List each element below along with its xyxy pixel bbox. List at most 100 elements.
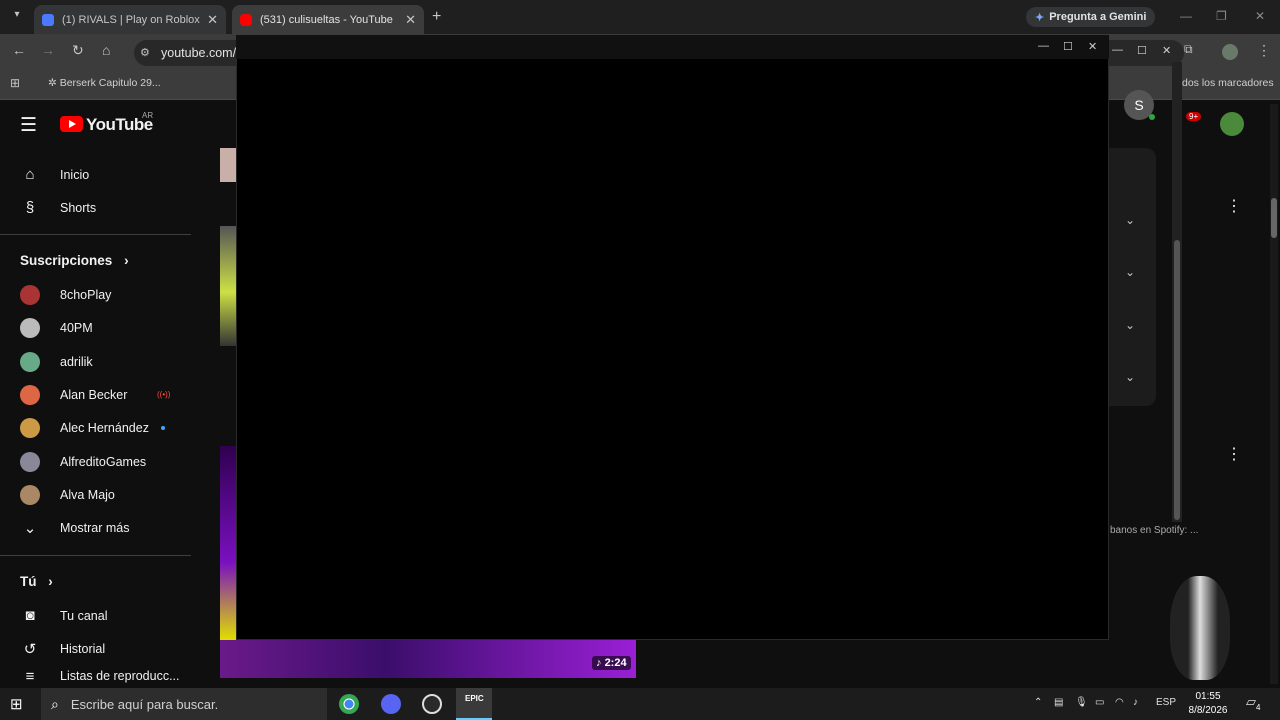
scrollbar-thumb[interactable] [1174, 240, 1180, 520]
language-indicator[interactable]: ESP [1156, 697, 1176, 708]
subscription-alfreditogames[interactable]: AlfreditoGames [0, 445, 200, 478]
subscription-8choplay[interactable]: 8choPlay [0, 278, 200, 311]
subscription-label: Alec Hernández [60, 420, 149, 435]
tray-chevron-icon[interactable]: ⌃ [1034, 697, 1042, 708]
sidebar-item-playlists[interactable]: ≡ Listas de reproducc... [0, 665, 200, 687]
menu-icon[interactable]: ☰ [20, 114, 37, 137]
tab-search-button[interactable]: ▾ [8, 9, 26, 25]
live-icon: ((•)) [157, 390, 171, 399]
subscription-alec-hernandez[interactable]: Alec Hernández [0, 411, 200, 444]
sidebar-item-shorts[interactable]: § Shorts [0, 191, 200, 224]
subscription-label: adrilik [60, 354, 93, 369]
home-browser-icon[interactable]: ⌂ [102, 42, 110, 58]
sidebar-item-label: Inicio [60, 167, 90, 182]
channel-avatar [20, 351, 40, 372]
epic-games-label-icon: EPIC [465, 694, 484, 703]
chevron-down-icon[interactable]: ⌄ [1125, 213, 1135, 227]
you-header[interactable]: Tú › [20, 574, 53, 589]
new-tab-icon[interactable]: + [432, 8, 441, 26]
bookmark-label: Berserk Capitulo 29... [59, 77, 161, 89]
chevron-down-icon[interactable]: ⌄ [1125, 370, 1135, 384]
chrome-icon[interactable] [339, 694, 359, 714]
tab-youtube[interactable]: (531) culisueltas - YouTube ✕ [232, 5, 424, 34]
second-window-minimize-icon[interactable]: — [1112, 44, 1123, 56]
site-settings-icon[interactable]: ⚙ [140, 46, 150, 59]
chevron-right-icon: › [48, 574, 53, 589]
extensions-icon[interactable]: ⧉ [1184, 42, 1193, 57]
tray-app-icon[interactable]: ▤ [1054, 697, 1063, 708]
youtube-logo-icon[interactable] [60, 116, 83, 132]
subscription-alan-becker[interactable]: Alan Becker ((•)) [0, 378, 200, 411]
sidebar-item-label: Tu canal [60, 608, 108, 623]
browser-menu-icon[interactable]: ⋮ [1257, 42, 1271, 59]
subscription-adrilik[interactable]: adrilik [0, 345, 200, 378]
discord-icon[interactable] [381, 694, 401, 714]
more-options-icon[interactable]: ⋮ [1226, 444, 1242, 464]
wifi-icon[interactable]: ◠ [1115, 697, 1124, 708]
video-thumbnail[interactable] [220, 446, 236, 640]
sidebar-item-label: Shorts [60, 200, 97, 215]
second-window-close-icon[interactable]: ✕ [1162, 44, 1171, 57]
epic-games-icon[interactable] [456, 688, 492, 720]
bookmark-berserk[interactable]: ✲ Berserk Capitulo 29... [48, 77, 161, 89]
chevron-down-icon[interactable]: ⌄ [1125, 318, 1135, 332]
chevron-down-icon[interactable]: ⌄ [1125, 265, 1135, 279]
taskbar-search[interactable]: ⌕ Escribe aquí para buscar. [41, 688, 327, 720]
subscriptions-header[interactable]: Suscripciones › [20, 253, 129, 268]
minimize-icon[interactable]: — [1180, 9, 1192, 23]
clock-date: 8/8/2026 [1188, 705, 1228, 716]
duration-text: 2:24 [604, 657, 627, 669]
gemini-sparkle-icon: ✦ [1035, 11, 1045, 24]
search-placeholder: Escribe aquí para buscar. [70, 696, 219, 712]
user-avatar[interactable] [1220, 112, 1244, 136]
reload-icon[interactable]: ↻ [72, 42, 84, 59]
page-scrollbar[interactable] [1270, 104, 1278, 684]
second-window-maximize-icon[interactable]: ☐ [1137, 44, 1147, 57]
sidebar-item-tu-canal[interactable]: ◙ Tu canal [0, 599, 200, 632]
sidebar-item-inicio[interactable]: ⌂ Inicio [0, 158, 200, 191]
tab-roblox[interactable]: (1) RIVALS | Play on Roblox ✕ [34, 5, 226, 34]
gemini-label: Pregunta a Gemini [1049, 11, 1147, 23]
subscription-alva-majo[interactable]: Alva Majo [0, 478, 200, 511]
close-tab-icon[interactable]: ✕ [405, 12, 416, 28]
popup-window[interactable] [236, 35, 1109, 640]
back-icon[interactable]: ← [12, 42, 26, 58]
url-text[interactable]: youtube.com/ [161, 46, 236, 60]
forward-icon[interactable]: → [41, 42, 55, 58]
close-window-icon[interactable]: ✕ [1255, 9, 1265, 23]
video-thumbnail[interactable] [220, 640, 636, 678]
channel-avatar [20, 284, 40, 305]
volume-icon[interactable]: ♪ [1133, 697, 1138, 708]
battery-icon[interactable]: ▭ [1095, 697, 1104, 708]
windows-start-icon[interactable]: ⊞ [10, 695, 23, 713]
clock-time: 01:55 [1195, 691, 1221, 702]
online-status-dot [1149, 114, 1155, 120]
music-note-icon: ♪ [596, 657, 605, 669]
video-thumbnail[interactable] [220, 148, 236, 182]
maximize-icon[interactable]: ❐ [1216, 9, 1227, 23]
taskbar-clock[interactable]: 01:55 8/8/2026 [1186, 690, 1230, 718]
apps-grid-icon[interactable]: ⊞ [10, 76, 20, 90]
more-options-icon[interactable]: ⋮ [1226, 196, 1242, 216]
shorts-icon: § [25, 199, 35, 216]
popup-close-icon[interactable]: ✕ [1088, 40, 1097, 53]
obs-icon[interactable] [422, 694, 442, 714]
close-tab-icon[interactable]: ✕ [207, 12, 218, 28]
profile-avatar[interactable] [1222, 44, 1238, 60]
video-thumbnail[interactable] [220, 226, 236, 346]
sidebar-item-historial[interactable]: ↺ Historial [0, 632, 200, 665]
notification-center-icon[interactable]: ▱ [1246, 694, 1256, 710]
show-more-button[interactable]: ⌄ Mostrar más [0, 511, 200, 544]
microphone-icon[interactable]: 🎙 [1075, 697, 1088, 708]
all-bookmarks[interactable]: dos los marcadores [1182, 77, 1274, 89]
video-description-snippet: banos en Spotify: ... [1110, 525, 1199, 536]
popup-maximize-icon[interactable]: ☐ [1063, 40, 1073, 53]
page-scrollbar-thumb[interactable] [1271, 198, 1277, 238]
gemini-button[interactable]: ✦ Pregunta a Gemini [1026, 7, 1156, 27]
popup-minimize-icon[interactable]: — [1038, 40, 1049, 52]
new-content-dot [161, 426, 165, 430]
channel-avatar [20, 317, 40, 338]
subscription-40pm[interactable]: 40PM [0, 311, 200, 344]
notification-badge[interactable]: 9+ [1186, 112, 1202, 121]
sidebar-divider [0, 555, 191, 556]
